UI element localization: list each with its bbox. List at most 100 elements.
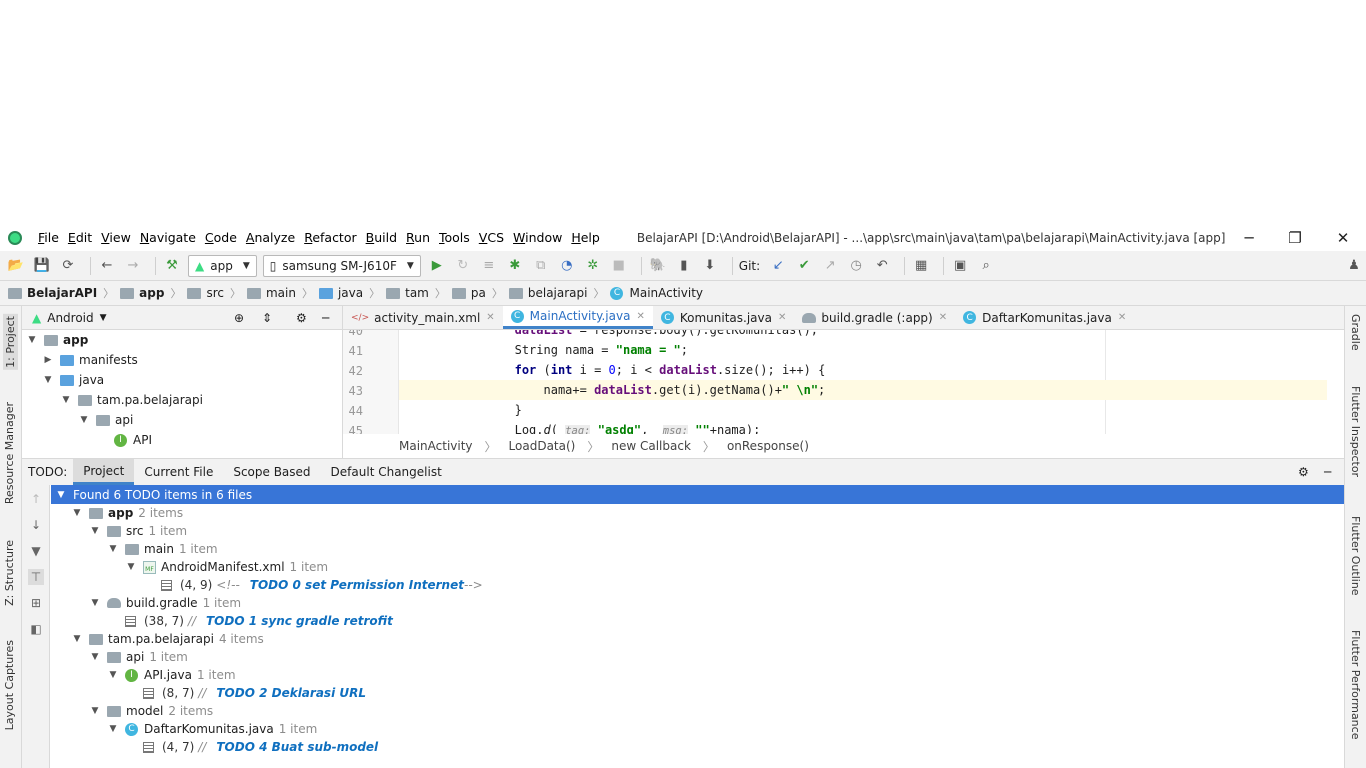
- filter-icon[interactable]: ▼: [28, 543, 44, 559]
- git-history-icon[interactable]: ◷: [846, 256, 866, 276]
- collapse-all-icon[interactable]: ⇕: [262, 311, 272, 325]
- breadcrumb-main[interactable]: main: [246, 286, 296, 300]
- todo-node-app[interactable]: ▼ app 2 items: [51, 504, 1344, 522]
- chevron-down-icon[interactable]: ▼: [26, 335, 38, 345]
- chevron-down-icon[interactable]: ▼: [89, 598, 101, 608]
- menu-tools[interactable]: Tools: [439, 230, 470, 245]
- save-all-icon[interactable]: 💾: [32, 256, 52, 276]
- forward-arrow-icon[interactable]: →: [123, 256, 143, 276]
- sdk-manager-icon[interactable]: ⬇: [700, 256, 720, 276]
- gear-icon[interactable]: ⚙: [1298, 465, 1309, 479]
- code-crumb-class[interactable]: MainActivity: [399, 439, 473, 453]
- menu-vcs[interactable]: VCS: [479, 230, 504, 245]
- project-structure-icon[interactable]: ▦: [911, 256, 931, 276]
- todo-item[interactable]: (4, 9) <!-- TODO 0 set Permission Interne…: [51, 576, 1344, 594]
- chevron-down-icon[interactable]: ▼: [89, 652, 101, 662]
- restore-button[interactable]: ❐: [1272, 224, 1318, 251]
- tree-node-api-package[interactable]: ▼ api: [22, 410, 342, 430]
- todo-node-package[interactable]: ▼ tam.pa.belajarapi 4 items: [51, 630, 1344, 648]
- layout-inspector-icon[interactable]: ▣: [950, 256, 970, 276]
- expand-all-icon[interactable]: ⊞: [28, 595, 44, 611]
- tool-window-flutter-performance[interactable]: Flutter Performance: [1349, 630, 1362, 739]
- previous-todo-icon[interactable]: ↑: [28, 491, 44, 507]
- chevron-down-icon[interactable]: ▼: [78, 415, 90, 425]
- close-tab-icon[interactable]: ✕: [939, 312, 947, 323]
- tab-build-gradle[interactable]: build.gradle (:app) ✕: [794, 306, 955, 329]
- tree-node-manifests[interactable]: ▶ manifests: [22, 350, 342, 370]
- apply-changes-icon[interactable]: ≡: [479, 256, 499, 276]
- chevron-down-icon[interactable]: ▼: [100, 313, 107, 323]
- tab-daftarkomunitas-java[interactable]: C DaftarKomunitas.java ✕: [955, 306, 1134, 329]
- menu-code[interactable]: Code: [205, 230, 237, 245]
- git-update-icon[interactable]: ↙: [768, 256, 788, 276]
- todo-node-api-java[interactable]: ▼ I API.java 1 item: [51, 666, 1344, 684]
- run-configuration-select[interactable]: ▲ app ▼: [188, 254, 257, 277]
- close-tab-icon[interactable]: ✕: [1118, 312, 1126, 323]
- breadcrumb-tam[interactable]: tam: [386, 286, 429, 300]
- todo-node-daftarkomunitas[interactable]: ▼ C DaftarKomunitas.java 1 item: [51, 720, 1344, 738]
- sync-gradle-icon[interactable]: 🐘: [648, 256, 668, 276]
- menu-edit[interactable]: Edit: [68, 230, 92, 245]
- todo-item[interactable]: (38, 7)// TODO 1 sync gradle retrofit: [51, 612, 1344, 630]
- menu-file[interactable]: File: [38, 230, 59, 245]
- tool-window-gradle[interactable]: Gradle: [1349, 314, 1362, 351]
- todo-tab-default-changelist[interactable]: Default Changelist: [321, 459, 452, 485]
- todo-tab-current-file[interactable]: Current File: [134, 459, 223, 485]
- todo-node-build-gradle[interactable]: ▼ build.gradle 1 item: [51, 594, 1344, 612]
- rerun-icon[interactable]: ↻: [453, 256, 473, 276]
- todo-node-src[interactable]: ▼ src 1 item: [51, 522, 1344, 540]
- breadcrumb-src[interactable]: src: [187, 286, 224, 300]
- tree-node-package[interactable]: ▼ tam.pa.belajarapi: [22, 390, 342, 410]
- code-crumb-callback[interactable]: new Callback: [611, 439, 691, 453]
- todo-node-model[interactable]: ▼ model 2 items: [51, 702, 1344, 720]
- chevron-down-icon[interactable]: ▼: [71, 634, 83, 644]
- avd-manager-icon[interactable]: ▮: [674, 256, 694, 276]
- chevron-down-icon[interactable]: ▼: [42, 375, 54, 385]
- breadcrumb-belajarapi[interactable]: belajarapi: [508, 286, 587, 300]
- tool-window-resource-manager[interactable]: Resource Manager: [3, 402, 16, 504]
- tool-window-project[interactable]: 1: Project: [3, 314, 18, 370]
- chevron-down-icon[interactable]: ▼: [125, 562, 137, 572]
- code-area[interactable]: 40 41 42 43 44 45 dataList = response.bo…: [343, 330, 1344, 434]
- menu-run[interactable]: Run: [406, 230, 430, 245]
- chevron-down-icon[interactable]: ▼: [89, 706, 101, 716]
- todo-tab-scope-based[interactable]: Scope Based: [223, 459, 320, 485]
- chevron-right-icon[interactable]: ▶: [42, 355, 54, 365]
- chevron-down-icon[interactable]: ▼: [107, 670, 119, 680]
- close-tab-icon[interactable]: ✕: [486, 312, 494, 323]
- sync-icon[interactable]: ⟳: [58, 256, 78, 276]
- hide-panel-icon[interactable]: ─: [1324, 465, 1331, 479]
- tab-mainactivity-java[interactable]: C MainActivity.java ✕: [502, 306, 653, 329]
- menu-window[interactable]: Window: [513, 230, 562, 245]
- chevron-down-icon[interactable]: ▼: [107, 724, 119, 734]
- todo-item[interactable]: (4, 7)// TODO 4 Buat sub-model: [51, 738, 1344, 756]
- search-icon[interactable]: ⌕: [976, 256, 996, 276]
- breadcrumb-project[interactable]: BelajarAPI: [8, 286, 97, 300]
- menu-refactor[interactable]: Refactor: [304, 230, 356, 245]
- next-todo-icon[interactable]: ↓: [28, 517, 44, 533]
- group-by-icon[interactable]: ⊤: [28, 569, 44, 585]
- gear-icon[interactable]: ⚙: [296, 311, 307, 325]
- git-push-icon[interactable]: ↗: [820, 256, 840, 276]
- stop-icon[interactable]: ■: [609, 256, 629, 276]
- make-project-hammer-icon[interactable]: ⚒: [162, 256, 182, 276]
- close-tab-icon[interactable]: ✕: [778, 312, 786, 323]
- menu-build[interactable]: Build: [366, 230, 397, 245]
- tool-window-flutter-inspector[interactable]: Flutter Inspector: [1349, 386, 1362, 477]
- todo-node-api[interactable]: ▼ api 1 item: [51, 648, 1344, 666]
- chevron-down-icon[interactable]: ▼: [107, 544, 119, 554]
- debug-attach-icon[interactable]: ✲: [583, 256, 603, 276]
- debug-icon[interactable]: ✱: [505, 256, 525, 276]
- git-commit-icon[interactable]: ✔: [794, 256, 814, 276]
- open-folder-icon[interactable]: 📂: [6, 256, 26, 276]
- todo-item[interactable]: (8, 7)// TODO 2 Deklarasi URL: [51, 684, 1344, 702]
- breadcrumb-java[interactable]: java: [318, 286, 363, 300]
- todo-node-main[interactable]: ▼ main 1 item: [51, 540, 1344, 558]
- breadcrumb-mainactivity[interactable]: C MainActivity: [610, 286, 703, 300]
- preview-icon[interactable]: ◧: [28, 621, 44, 637]
- locate-icon[interactable]: ⊕: [234, 311, 244, 325]
- close-tab-icon[interactable]: ✕: [636, 311, 644, 322]
- todo-tab-project[interactable]: Project: [73, 459, 135, 485]
- tool-window-flutter-outline[interactable]: Flutter Outline: [1349, 516, 1362, 596]
- run-icon[interactable]: ▶: [427, 256, 447, 276]
